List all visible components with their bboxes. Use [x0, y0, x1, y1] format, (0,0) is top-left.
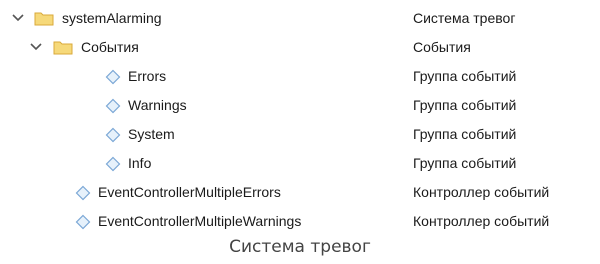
- tree-node-name: EventControllerMultipleErrors: [98, 184, 281, 200]
- tree-node-description: Контроллер событий: [413, 213, 550, 229]
- tree-node-name: System: [128, 126, 175, 142]
- folder-icon: [34, 4, 54, 33]
- diamond-icon: [105, 120, 121, 149]
- tree-node-name: Warnings: [128, 97, 187, 113]
- tree-node-description: Контроллер событий: [413, 184, 550, 200]
- tree-node-description: Группа событий: [413, 155, 517, 171]
- tree-node-description: События: [413, 39, 471, 55]
- tree-row-event-group[interactable]: Warnings Группа событий: [0, 91, 600, 120]
- chevron-down-icon[interactable]: [30, 33, 44, 62]
- tree-row-event-group[interactable]: System Группа событий: [0, 120, 600, 149]
- page: systemAlarming Система тревог События Со…: [0, 0, 600, 264]
- tree-node-description: Группа событий: [413, 126, 517, 142]
- folder-icon: [53, 33, 73, 62]
- tree-node-name: Errors: [128, 68, 167, 84]
- diamond-icon: [105, 62, 121, 91]
- tree-row-root[interactable]: systemAlarming Система тревог: [0, 4, 600, 33]
- tree-row-event-group[interactable]: Errors Группа событий: [0, 62, 600, 91]
- diamond-icon: [75, 207, 91, 236]
- tree-view: systemAlarming Система тревог События Со…: [0, 4, 600, 236]
- diamond-icon: [75, 178, 91, 207]
- tree-node-name: События: [81, 39, 139, 55]
- tree-node-description: Система тревог: [413, 10, 516, 26]
- tree-row-controller[interactable]: EventControllerMultipleWarnings Контролл…: [0, 207, 600, 236]
- tree-node-description: Группа событий: [413, 68, 517, 84]
- tree-node-name: systemAlarming: [62, 10, 162, 26]
- tree-row-controller[interactable]: EventControllerMultipleErrors Контроллер…: [0, 178, 600, 207]
- tree-row-event-group[interactable]: Info Группа событий: [0, 149, 600, 178]
- diamond-icon: [105, 149, 121, 178]
- chevron-down-icon[interactable]: [12, 4, 26, 33]
- figure-caption: Система тревог: [229, 237, 371, 257]
- tree-node-description: Группа событий: [413, 97, 517, 113]
- tree-row-events-folder[interactable]: События События: [0, 33, 600, 62]
- diamond-icon: [105, 91, 121, 120]
- tree-node-name: EventControllerMultipleWarnings: [98, 213, 302, 229]
- tree-node-name: Info: [128, 155, 152, 171]
